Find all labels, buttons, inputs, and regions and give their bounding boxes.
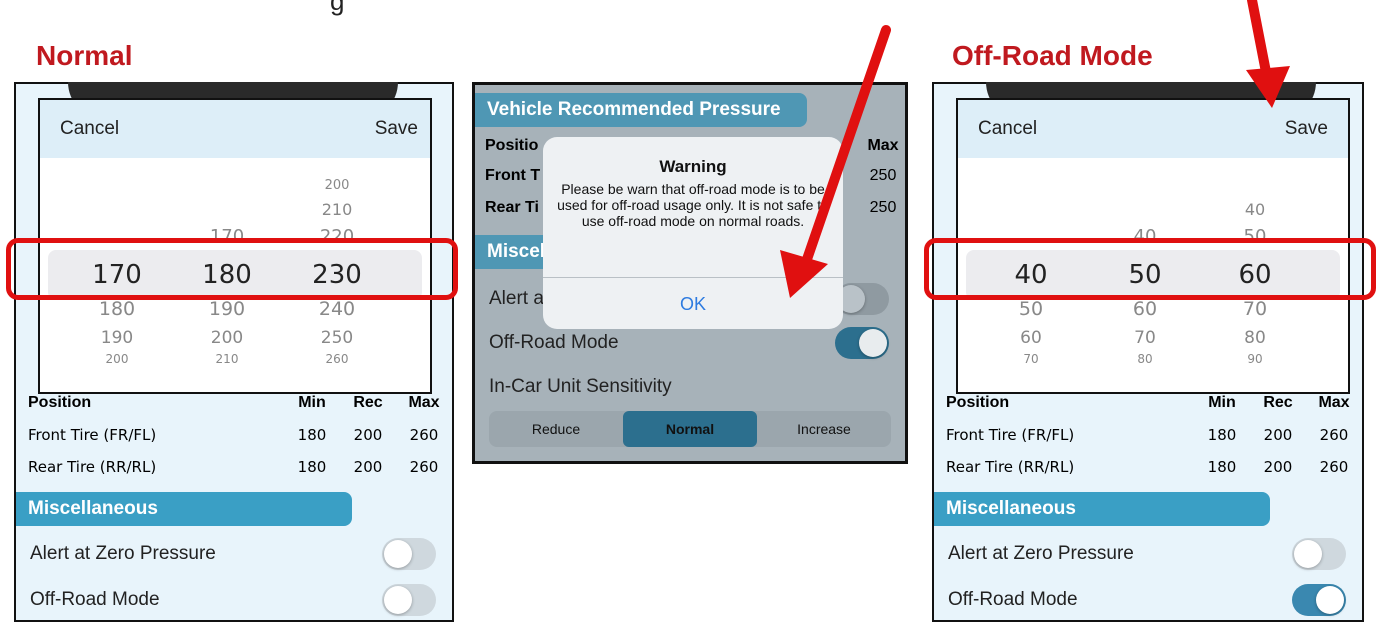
comparison-canvas: g Normal Off-Road Mode Position Min Rec …: [0, 0, 1384, 622]
arrow-to-ok: [780, 25, 891, 298]
arrow-to-save: [1246, 0, 1290, 108]
annotation-arrows: [780, 0, 1290, 298]
